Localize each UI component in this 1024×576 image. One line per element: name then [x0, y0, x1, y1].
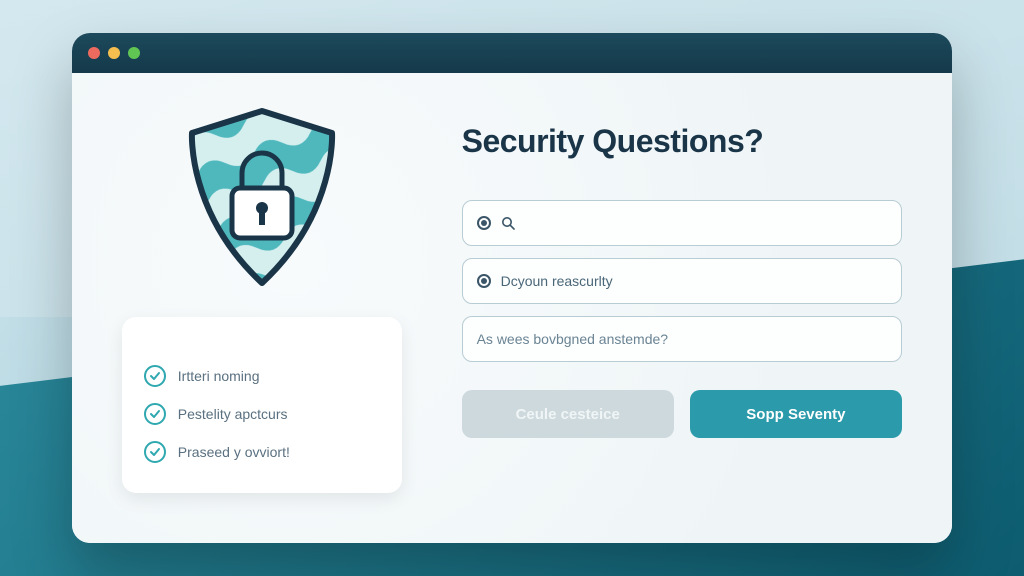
security-option-1[interactable]	[462, 200, 902, 246]
radio-icon	[477, 274, 491, 288]
shield-lock-icon	[172, 103, 352, 293]
checklist-card: Irtteri noming Pestelity apctcurs Prasee…	[122, 317, 402, 493]
page-title: Security Questions?	[462, 123, 902, 160]
check-icon	[144, 403, 166, 425]
maximize-icon[interactable]	[128, 47, 140, 59]
window-titlebar	[72, 33, 952, 73]
submit-button[interactable]: Sopp Seventy	[690, 390, 902, 438]
input-placeholder: As wees bovbgned anstemde?	[477, 331, 668, 347]
cancel-button[interactable]: Ceule cesteice	[462, 390, 674, 438]
search-icon	[501, 216, 515, 230]
minimize-icon[interactable]	[108, 47, 120, 59]
check-icon	[144, 365, 166, 387]
window-content: Irtteri noming Pestelity apctcurs Prasee…	[72, 73, 952, 543]
close-icon[interactable]	[88, 47, 100, 59]
checklist-item-label: Praseed y ovviort!	[178, 444, 290, 460]
checklist-item: Praseed y ovviort!	[144, 433, 380, 471]
right-panel: Security Questions? Dcyoun reascurlty As…	[442, 73, 952, 543]
option-label: Dcyoun reascurlty	[501, 273, 613, 289]
security-answer-input[interactable]: As wees bovbgned anstemde?	[462, 316, 902, 362]
check-icon	[144, 441, 166, 463]
checklist-item: Pestelity apctcurs	[144, 395, 380, 433]
checklist-item: Irtteri noming	[144, 357, 380, 395]
left-panel: Irtteri noming Pestelity apctcurs Prasee…	[72, 73, 442, 543]
button-row: Ceule cesteice Sopp Seventy	[462, 390, 902, 438]
app-window: Irtteri noming Pestelity apctcurs Prasee…	[72, 33, 952, 543]
radio-icon	[477, 216, 491, 230]
checklist-item-label: Irtteri noming	[178, 368, 260, 384]
checklist-item-label: Pestelity apctcurs	[178, 406, 288, 422]
security-option-2[interactable]: Dcyoun reascurlty	[462, 258, 902, 304]
